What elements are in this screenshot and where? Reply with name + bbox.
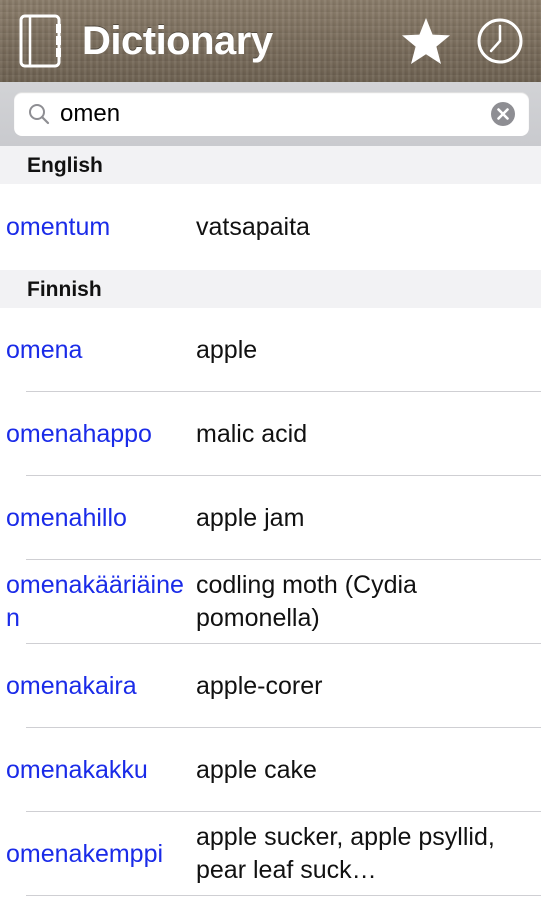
results-list: English omentum vatsapaita Finnish omena… [0,146,541,896]
history-clock-icon[interactable] [476,17,524,65]
search-bar [0,82,541,146]
favorites-star-icon[interactable] [400,16,452,66]
entry-definition: apple-corer [196,671,323,700]
entry-term: omena [6,335,83,364]
entry-term: omenakääriäinen [6,571,184,632]
search-icon [29,104,50,125]
entry-term: omenakakku [6,755,148,784]
list-item[interactable]: omena apple [0,308,541,392]
entry-definition: codling moth (Cydia pomonella) [196,571,417,632]
list-item[interactable]: omentum vatsapaita [0,184,541,270]
page-title: Dictionary [82,19,273,63]
search-field[interactable] [14,92,529,136]
section-header-english: English [0,146,541,184]
list-item[interactable]: omenahappo malic acid [0,392,541,476]
entry-definition: apple cake [196,755,317,784]
entry-definition: malic acid [196,419,308,448]
list-item[interactable]: omenakääriäinen codling moth (Cydia pomo… [0,560,541,644]
section-header-finnish: Finnish [0,270,541,308]
list-item[interactable]: omenakakku apple cake [0,728,541,812]
entry-term: omenahappo [6,419,152,448]
entry-term: omenakemppi [6,839,164,868]
entry-definition: apple [196,335,258,364]
entry-definition: apple sucker, apple psyllid, pear leaf s… [196,823,495,884]
nav-bar: Dictionary [0,0,541,82]
list-item[interactable]: omenakaira apple-corer [0,644,541,728]
list-item[interactable]: omenakemppi apple sucker, apple psyllid,… [0,812,541,896]
notebook-icon [19,14,61,68]
list-item[interactable]: omenahillo apple jam [0,476,541,560]
clear-icon[interactable] [491,102,515,126]
entry-definition: vatsapaita [196,212,310,241]
entry-term: omenakaira [6,671,137,700]
row-divider [26,895,541,896]
entry-definition: apple jam [196,503,305,532]
entry-term: omentum [6,212,111,241]
search-input[interactable] [60,98,480,130]
entry-term: omenahillo [6,503,127,532]
